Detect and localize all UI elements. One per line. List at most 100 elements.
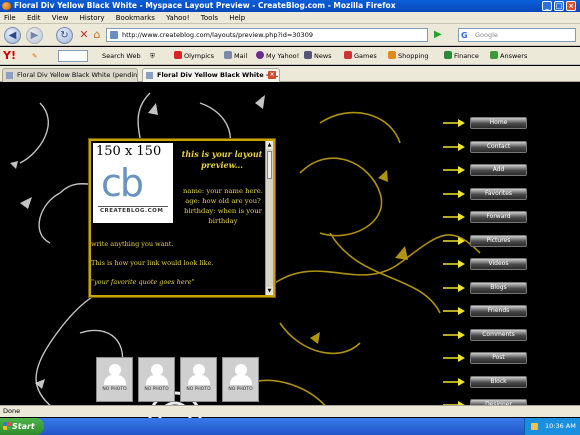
home-icon[interactable]: ⌂ — [90, 28, 104, 42]
shopping-label: Shopping — [398, 52, 429, 60]
menu-yahoo[interactable]: Yahoo! — [166, 14, 189, 22]
friend-thumb[interactable]: NO PHOTO — [138, 357, 175, 402]
games-label: Games — [354, 52, 377, 60]
profile-link-sample[interactable]: This is how your link would look like. — [91, 258, 265, 268]
tab-pending[interactable]: Floral Div Yellow Black White (pending).… — [2, 68, 138, 82]
menu-tools[interactable]: Tools — [201, 14, 218, 22]
nav-item-block[interactable]: Block — [443, 375, 556, 388]
nav-button[interactable]: Blogs — [470, 281, 527, 294]
start-label: Start — [12, 422, 35, 431]
no-photo-label: NO PHOTO — [102, 387, 127, 392]
nav-item-add[interactable]: Add — [443, 164, 556, 176]
profile-box: 150 x 150 cb CREATEBLOG.COM this is your… — [89, 139, 275, 297]
pencil-icon[interactable]: ✎ — [32, 47, 37, 65]
nav-button[interactable]: Block — [470, 375, 527, 388]
nav-item-contact[interactable]: Contact — [443, 140, 556, 153]
news-button[interactable]: News — [304, 47, 332, 65]
friend-thumb[interactable]: NO PHOTO — [222, 357, 259, 402]
scroll-down-icon[interactable]: ▼ — [266, 287, 273, 295]
shopping-icon — [388, 51, 396, 59]
my-yahoo-icon — [256, 51, 264, 59]
profile-line-1: write anything you want. — [91, 240, 174, 248]
tab-close-icon[interactable]: × — [268, 71, 276, 79]
search-web-button[interactable]: Search Web — [102, 47, 141, 65]
status-text: Done — [3, 407, 21, 415]
menu-bar: File Edit View History Bookmarks Yahoo! … — [0, 12, 580, 24]
floral-background — [10, 92, 481, 418]
nav-item-pictures[interactable]: Pictures — [443, 234, 556, 247]
title-bar: Floral Div Yellow Black White - Myspace … — [0, 0, 580, 12]
nav-button[interactable]: Contact — [470, 140, 527, 153]
nav-item-friends[interactable]: Friends — [443, 305, 556, 317]
scroll-thumb[interactable] — [267, 151, 272, 179]
tray-icon[interactable] — [531, 423, 538, 430]
tab-label: Floral Div Yellow Black White - ... — [157, 71, 279, 79]
nav-item-blogs[interactable]: Blogs — [443, 281, 556, 294]
nav-button[interactable]: Add — [470, 164, 527, 176]
start-button[interactable]: Start — [0, 418, 44, 435]
arrow-right-icon — [443, 354, 465, 362]
page-content: 150 x 150 cb CREATEBLOG.COM this is your… — [0, 83, 580, 418]
nav-button[interactable]: Favorites — [470, 187, 527, 200]
nav-button[interactable]: Friends — [470, 305, 527, 317]
news-icon — [304, 51, 312, 59]
google-icon: G — [461, 31, 468, 40]
my-yahoo-label: My Yahoo! — [266, 52, 300, 60]
close-button[interactable]: × — [566, 1, 576, 11]
friend-thumb[interactable]: NO PHOTO — [180, 357, 217, 402]
go-icon[interactable]: ▶ — [434, 29, 444, 41]
avatar-body-icon — [230, 375, 252, 385]
finance-button[interactable]: Finance — [444, 47, 479, 65]
yahoo-search-input[interactable] — [58, 50, 88, 62]
nav-item-videos[interactable]: Videos — [443, 258, 556, 270]
nav-button[interactable]: Comments — [470, 328, 527, 341]
arrow-right-icon — [443, 119, 465, 127]
maximize-button[interactable]: □ — [554, 1, 564, 11]
tab-active[interactable]: Floral Div Yellow Black White - ... × — [142, 68, 280, 82]
search-input[interactable]: G Google — [458, 28, 576, 42]
games-button[interactable]: Games — [344, 47, 377, 65]
scroll-up-icon[interactable]: ▲ — [266, 141, 273, 149]
nav-button[interactable]: Forward — [470, 211, 527, 223]
menu-file[interactable]: File — [4, 14, 16, 22]
forward-button[interactable]: ▶ — [26, 27, 43, 44]
nav-button[interactable]: Home — [470, 117, 527, 129]
shopping-button[interactable]: Shopping — [388, 47, 429, 65]
nav-item-comments[interactable]: Comments — [443, 328, 556, 341]
menu-history[interactable]: History — [80, 14, 105, 22]
clock: 10:36 AM — [545, 422, 576, 430]
url-bar[interactable]: http://www.createblog.com/layouts/previe… — [106, 28, 428, 42]
tab-favicon — [146, 72, 153, 79]
nav-item-forward[interactable]: Forward — [443, 211, 556, 223]
mail-button[interactable]: Mail — [224, 47, 247, 65]
my-yahoo-button[interactable]: My Yahoo! — [256, 47, 299, 65]
window-title: Floral Div Yellow Black White - Myspace … — [14, 1, 396, 10]
avatar-body-icon — [188, 375, 210, 385]
menu-help[interactable]: Help — [229, 14, 245, 22]
friend-thumb[interactable]: NO PHOTO — [96, 357, 133, 402]
shield-icon[interactable]: ⛨ — [150, 47, 155, 65]
url-text: http://www.createblog.com/layouts/previe… — [122, 31, 313, 39]
nav-button[interactable]: Videos — [470, 258, 527, 270]
nav-item-post[interactable]: Post — [443, 352, 556, 364]
site-favicon — [110, 31, 118, 39]
menu-bookmarks[interactable]: Bookmarks — [116, 14, 155, 22]
games-icon — [344, 51, 352, 59]
nav-button[interactable]: Pictures — [470, 234, 527, 247]
logo-divider — [98, 206, 168, 207]
olympics-button[interactable]: Olympics — [174, 47, 214, 65]
nav-item-home[interactable]: Home — [443, 117, 556, 129]
minimize-button[interactable]: _ — [542, 1, 552, 11]
nav-item-favorites[interactable]: Favorites — [443, 187, 556, 200]
back-button[interactable]: ◀ — [4, 27, 21, 44]
profile-body: write anything you want. This is how you… — [91, 239, 265, 295]
menu-edit[interactable]: Edit — [27, 14, 41, 22]
olympics-label: Olympics — [184, 52, 214, 60]
yahoo-logo-icon[interactable]: Y! — [3, 47, 16, 65]
stop-icon[interactable]: ✕ — [77, 28, 91, 42]
menu-view[interactable]: View — [52, 14, 69, 22]
profile-scrollbar[interactable]: ▲ ▼ — [265, 141, 273, 295]
reload-button[interactable]: ↻ — [56, 27, 73, 44]
nav-button[interactable]: Post — [470, 352, 527, 364]
answers-button[interactable]: Answers — [490, 47, 527, 65]
